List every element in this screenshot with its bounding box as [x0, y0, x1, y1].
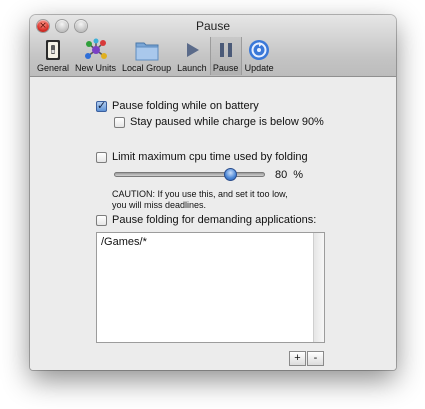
limit-cpu-checkbox[interactable] [96, 151, 107, 163]
preferences-window: × Pause General New Units Local Group La… [30, 15, 396, 370]
toolbar-item-update[interactable]: Update [242, 37, 277, 75]
remove-button[interactable]: - [307, 351, 324, 366]
slider-track [114, 172, 265, 177]
pause-on-battery-label: Pause folding while on battery [112, 100, 259, 112]
limit-cpu-label: Limit maximum cpu time used by folding [112, 151, 308, 163]
pause-icon [219, 43, 232, 57]
add-button[interactable]: + [289, 351, 306, 366]
pause-on-battery-row[interactable]: ✓ Pause folding while on battery [96, 98, 259, 112]
toolbar-item-general[interactable]: General [34, 37, 72, 75]
list-scrollbar[interactable] [313, 233, 324, 342]
play-icon [186, 43, 199, 57]
checkmark-icon: ✓ [97, 98, 107, 112]
slider-knob[interactable] [224, 168, 237, 181]
pause-settings-pane: ✓ Pause folding while on battery Stay pa… [30, 77, 396, 370]
toolbar-label: New Units [75, 63, 117, 73]
cpu-limit-value: 80 % [275, 169, 304, 181]
applications-list[interactable]: /Games/* [96, 232, 325, 343]
limit-cpu-row[interactable]: Limit maximum cpu time used by folding [96, 151, 308, 163]
pause-on-battery-checkbox[interactable]: ✓ [96, 98, 107, 112]
toolbar-label: Local Group [122, 63, 172, 73]
toolbar-label: General [37, 63, 70, 73]
pause-demanding-label: Pause folding for demanding applications… [112, 214, 317, 226]
toolbar: General New Units Local Group Launch Pau… [34, 37, 277, 75]
pause-demanding-row[interactable]: Pause folding for demanding applications… [96, 214, 316, 226]
toolbar-item-new-units[interactable]: New Units [72, 37, 119, 75]
toolbar-label: Update [244, 63, 274, 73]
caution-line-2: you will miss deadlines. [112, 200, 207, 210]
molecule-icon [84, 38, 107, 59]
toolbar-label: Launch [177, 63, 207, 73]
stay-paused-row[interactable]: Stay paused while charge is below 90% [114, 116, 324, 128]
toolbar-item-local-group[interactable]: Local Group [119, 37, 174, 75]
toolbar-item-pause[interactable]: Pause [209, 37, 242, 75]
pause-demanding-checkbox[interactable] [96, 214, 107, 226]
toolbar-label: Pause [212, 63, 239, 73]
window-title: Pause [195, 19, 231, 33]
toolbar-item-launch[interactable]: Launch [174, 37, 210, 75]
folder-icon [135, 42, 159, 61]
titlebar: × Pause General New Units Local Group La… [30, 15, 396, 77]
caution-text: CAUTION: If you use this, and set it too… [112, 189, 288, 211]
stay-paused-label: Stay paused while charge is below 90% [130, 116, 324, 128]
general-switch-icon [46, 40, 61, 60]
caution-line-1: CAUTION: If you use this, and set it too… [112, 189, 288, 199]
cpu-limit-slider[interactable] [114, 167, 265, 183]
stay-paused-checkbox[interactable] [114, 116, 125, 128]
list-item[interactable]: /Games/* [101, 236, 147, 248]
update-icon [249, 40, 270, 60]
